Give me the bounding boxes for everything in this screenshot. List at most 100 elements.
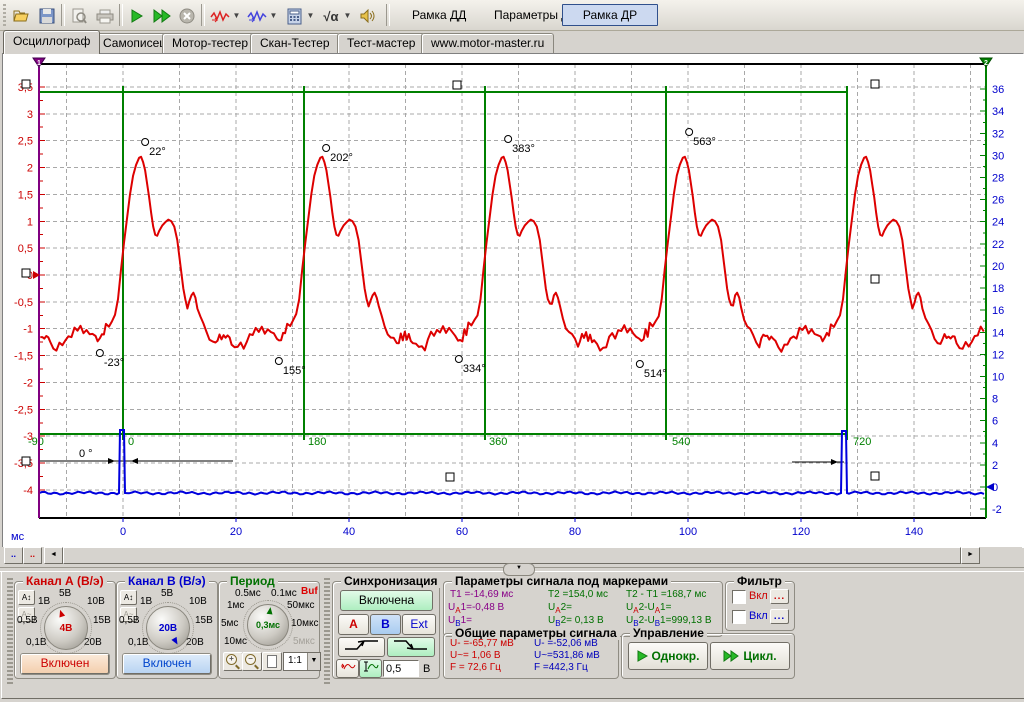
signal-a-button[interactable] bbox=[207, 3, 233, 29]
channel-b-range-knob[interactable]: 20В bbox=[146, 606, 190, 650]
svg-text:180: 180 bbox=[308, 436, 326, 448]
calculator-dropdown[interactable]: ▼ bbox=[305, 3, 316, 27]
frame-handle[interactable] bbox=[871, 80, 879, 88]
new-page-button[interactable] bbox=[262, 652, 282, 671]
svg-text:14: 14 bbox=[992, 327, 1004, 339]
zoom-out-button[interactable]: − bbox=[242, 652, 262, 671]
signal-b-button[interactable] bbox=[244, 3, 270, 29]
tab-scan-tester[interactable]: Скан-Тестер bbox=[250, 33, 340, 53]
sync-mode2-button[interactable] bbox=[359, 659, 382, 678]
angle-marker[interactable] bbox=[455, 356, 462, 363]
signal-a-dropdown[interactable]: ▼ bbox=[231, 3, 242, 27]
marker-blue-button[interactable]: .. bbox=[4, 547, 23, 564]
print-preview-icon bbox=[71, 8, 87, 24]
save-button[interactable] bbox=[34, 3, 60, 29]
svg-text:514°: 514° bbox=[644, 368, 667, 380]
angle-marker[interactable] bbox=[275, 358, 282, 365]
svg-text:0,5: 0,5 bbox=[18, 243, 33, 255]
angle-marker[interactable] bbox=[323, 145, 330, 152]
stop-button[interactable] bbox=[174, 3, 200, 29]
angle-marker[interactable] bbox=[505, 136, 512, 143]
sync-state-button[interactable]: Включена bbox=[340, 590, 433, 611]
sync-mode1-button[interactable] bbox=[336, 659, 359, 678]
knob-label: 15В bbox=[93, 615, 111, 626]
channel-b-range-value: 20В bbox=[159, 623, 177, 634]
frame-handle[interactable] bbox=[22, 80, 30, 88]
svg-text:20: 20 bbox=[992, 261, 1004, 273]
open-folder-icon bbox=[13, 9, 31, 23]
scroll-left-button[interactable]: ◄ bbox=[44, 547, 63, 564]
sync-level-input[interactable] bbox=[383, 660, 419, 677]
frame-handle[interactable] bbox=[22, 269, 30, 277]
sync-source-b-button[interactable]: В bbox=[370, 614, 401, 635]
sync-edge-falling-button[interactable] bbox=[387, 637, 435, 657]
channel-a-range-knob[interactable]: 4В bbox=[44, 606, 88, 650]
channel-a-coupling-button[interactable]: А↕ bbox=[18, 590, 35, 605]
filter-b-label: Вкл bbox=[749, 610, 768, 622]
single-run-button[interactable]: Однокр. bbox=[628, 642, 708, 670]
panel-collapse-button[interactable]: ▼ bbox=[503, 563, 535, 576]
cycle-run-button[interactable]: Цикл. bbox=[710, 642, 790, 670]
filter-b-checkbox[interactable] bbox=[732, 610, 746, 624]
svg-text:20: 20 bbox=[230, 526, 242, 538]
panel-grip[interactable] bbox=[322, 578, 332, 686]
frame-handle[interactable] bbox=[871, 275, 879, 283]
common-param: U~=531,86 мВ bbox=[534, 650, 600, 661]
frame-handle[interactable] bbox=[871, 472, 879, 480]
print-preview-button[interactable] bbox=[66, 3, 92, 29]
channel-b-power-button[interactable]: Включен bbox=[123, 654, 211, 674]
marker-param-cell: T2 - T1 =168,7 мс bbox=[626, 589, 706, 600]
scope-plot[interactable]: -900180360540720363432302826242220181614… bbox=[2, 53, 1024, 548]
angle-marker[interactable] bbox=[686, 129, 693, 136]
signal-b-dropdown[interactable]: ▼ bbox=[268, 3, 279, 27]
buffer-flag: Buf bbox=[301, 586, 318, 597]
math-button[interactable]: √α bbox=[318, 3, 344, 29]
period-knob[interactable]: 0,3мс bbox=[247, 604, 289, 646]
svg-text:-0,5: -0,5 bbox=[14, 297, 33, 309]
frame-handle[interactable] bbox=[446, 473, 454, 481]
open-file-button[interactable] bbox=[9, 3, 35, 29]
frame-dd-button[interactable]: Рамка ДД bbox=[404, 5, 474, 25]
svg-text:-1,5: -1,5 bbox=[14, 351, 33, 363]
filter-a-checkbox[interactable] bbox=[732, 590, 746, 604]
start-button[interactable] bbox=[124, 3, 150, 29]
angle-marker[interactable] bbox=[636, 361, 643, 368]
scroll-right-button[interactable]: ► bbox=[961, 547, 980, 564]
sync-source-a-button[interactable]: А bbox=[338, 614, 369, 635]
svg-text:-3: -3 bbox=[23, 431, 33, 443]
marker-red-button[interactable]: .. bbox=[23, 547, 42, 564]
tab-website[interactable]: www.motor-master.ru bbox=[421, 33, 554, 53]
frame-handle[interactable] bbox=[453, 81, 461, 89]
angle-marker[interactable] bbox=[96, 350, 103, 357]
knob-label: 50мкс bbox=[287, 600, 315, 611]
channel-a-power-button[interactable]: Включен bbox=[21, 654, 109, 674]
zoom-in-button[interactable]: + bbox=[223, 652, 243, 671]
frame-handle[interactable] bbox=[22, 457, 30, 465]
calculator-icon bbox=[287, 8, 302, 25]
svg-text:10: 10 bbox=[992, 371, 1004, 383]
svg-text:334°: 334° bbox=[463, 363, 486, 375]
sync-source-ext-button[interactable]: Ext bbox=[402, 614, 436, 635]
knob-label: 0,5В bbox=[119, 615, 140, 626]
scale-ratio-select[interactable]: 1:1 ▼ bbox=[283, 652, 321, 671]
toolbar-grip[interactable] bbox=[3, 4, 6, 26]
scroll-thumb[interactable] bbox=[63, 547, 961, 564]
filter-a-more-button[interactable]: ... bbox=[774, 591, 785, 602]
tab-test-master[interactable]: Тест-мастер bbox=[337, 33, 425, 53]
print-button[interactable] bbox=[92, 3, 118, 29]
period-title: Период bbox=[227, 574, 278, 588]
sound-button[interactable] bbox=[355, 3, 381, 29]
start-cycle-button[interactable] bbox=[149, 3, 175, 29]
chevron-down-icon[interactable]: ▼ bbox=[307, 653, 320, 670]
sync-edge-rising-button[interactable] bbox=[338, 637, 385, 657]
filter-b-more-button[interactable]: ... bbox=[774, 611, 785, 622]
angle-marker[interactable] bbox=[142, 139, 149, 146]
channel-b-coupling-button[interactable]: А↕ bbox=[120, 590, 137, 605]
tab-oscilloscope[interactable]: Осциллограф bbox=[3, 30, 100, 54]
channel-b-zero-arrow[interactable] bbox=[986, 483, 994, 491]
calculator-button[interactable] bbox=[281, 3, 307, 29]
frame-dr-button[interactable]: Рамка ДР bbox=[562, 4, 658, 26]
math-dropdown[interactable]: ▼ bbox=[342, 3, 353, 27]
knob-label: 0.5мс bbox=[235, 588, 261, 599]
tab-motor-tester[interactable]: Мотор-тестер bbox=[162, 33, 258, 53]
